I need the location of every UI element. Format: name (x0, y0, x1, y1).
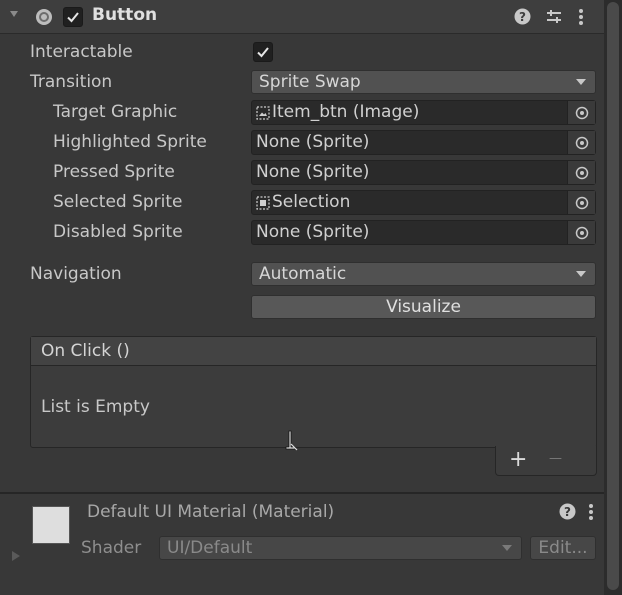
navigation-label: Navigation (30, 264, 122, 284)
svg-text:?: ? (519, 10, 526, 24)
interactable-checkbox[interactable] (253, 42, 273, 62)
more-options-icon[interactable] (588, 503, 594, 526)
object-picker-button[interactable] (567, 191, 595, 214)
scrollbar-thumb[interactable] (607, 2, 619, 590)
navigation-dropdown[interactable]: Automatic (251, 262, 596, 286)
shader-label: Shader (81, 538, 142, 558)
help-icon[interactable]: ? (514, 8, 531, 30)
svg-text:?: ? (564, 505, 571, 519)
object-picker-button[interactable] (567, 161, 595, 184)
chevron-down-icon (576, 79, 586, 85)
sprite-icon (256, 195, 270, 210)
selected-sprite-label: Selected Sprite (53, 192, 183, 212)
component-enabled-checkbox[interactable] (63, 7, 83, 27)
target-picker-icon (575, 226, 588, 239)
selected-sprite-value: Selection (272, 192, 351, 212)
transition-value: Sprite Swap (259, 72, 361, 92)
foldout-arrow-icon[interactable] (10, 11, 18, 17)
target-picker-icon (575, 106, 588, 119)
checkmark-icon (257, 47, 269, 58)
visualize-button[interactable]: Visualize (251, 295, 596, 319)
transition-label: Transition (30, 72, 113, 92)
component-title: Button (92, 5, 158, 25)
pressed-sprite-label: Pressed Sprite (53, 162, 175, 182)
on-click-title: On Click () (41, 341, 130, 361)
remove-item-button[interactable]: — (549, 451, 562, 466)
section-divider (0, 492, 604, 494)
material-name: Default UI Material (Material) (87, 502, 335, 522)
checkmark-icon (67, 12, 79, 23)
disabled-sprite-field[interactable]: None (Sprite) (251, 220, 596, 245)
object-picker-button[interactable] (567, 131, 595, 154)
help-icon[interactable]: ? (559, 503, 576, 525)
transition-dropdown[interactable]: Sprite Swap (251, 70, 596, 94)
highlighted-sprite-value: None (Sprite) (256, 132, 370, 152)
interactable-label: Interactable (30, 42, 133, 62)
target-graphic-field[interactable]: Item_btn (Image) (251, 100, 596, 125)
shader-dropdown[interactable]: UI/Default (159, 536, 522, 560)
chevron-down-icon (576, 271, 586, 277)
disabled-sprite-label: Disabled Sprite (53, 222, 183, 242)
pressed-sprite-value: None (Sprite) (256, 162, 370, 182)
empty-list-text: List is Empty (41, 397, 150, 417)
target-graphic-value: Item_btn (Image) (272, 102, 420, 122)
target-picker-icon (575, 196, 588, 209)
target-picker-icon (575, 166, 588, 179)
image-icon (256, 105, 270, 120)
highlighted-sprite-field[interactable]: None (Sprite) (251, 130, 596, 155)
object-picker-button[interactable] (567, 101, 595, 124)
presets-icon[interactable] (545, 8, 563, 31)
chevron-down-icon (502, 545, 512, 551)
more-options-icon[interactable] (578, 8, 584, 31)
pressed-sprite-field[interactable]: None (Sprite) (251, 160, 596, 185)
target-picker-icon (575, 136, 588, 149)
target-graphic-label: Target Graphic (53, 102, 178, 122)
highlighted-sprite-label: Highlighted Sprite (53, 132, 207, 152)
material-preview-thumbnail[interactable] (32, 506, 70, 544)
selected-sprite-field[interactable]: Selection (251, 190, 596, 215)
disabled-sprite-value: None (Sprite) (256, 222, 370, 242)
shader-value: UI/Default (167, 538, 253, 558)
navigation-value: Automatic (259, 264, 347, 284)
edit-shader-button[interactable]: Edit... (530, 536, 596, 560)
add-item-button[interactable]: + (509, 447, 527, 472)
mouse-cursor-icon (285, 430, 299, 457)
button-component-icon (35, 8, 53, 31)
resize-handle-icon[interactable] (12, 551, 20, 561)
object-picker-button[interactable] (567, 221, 595, 244)
